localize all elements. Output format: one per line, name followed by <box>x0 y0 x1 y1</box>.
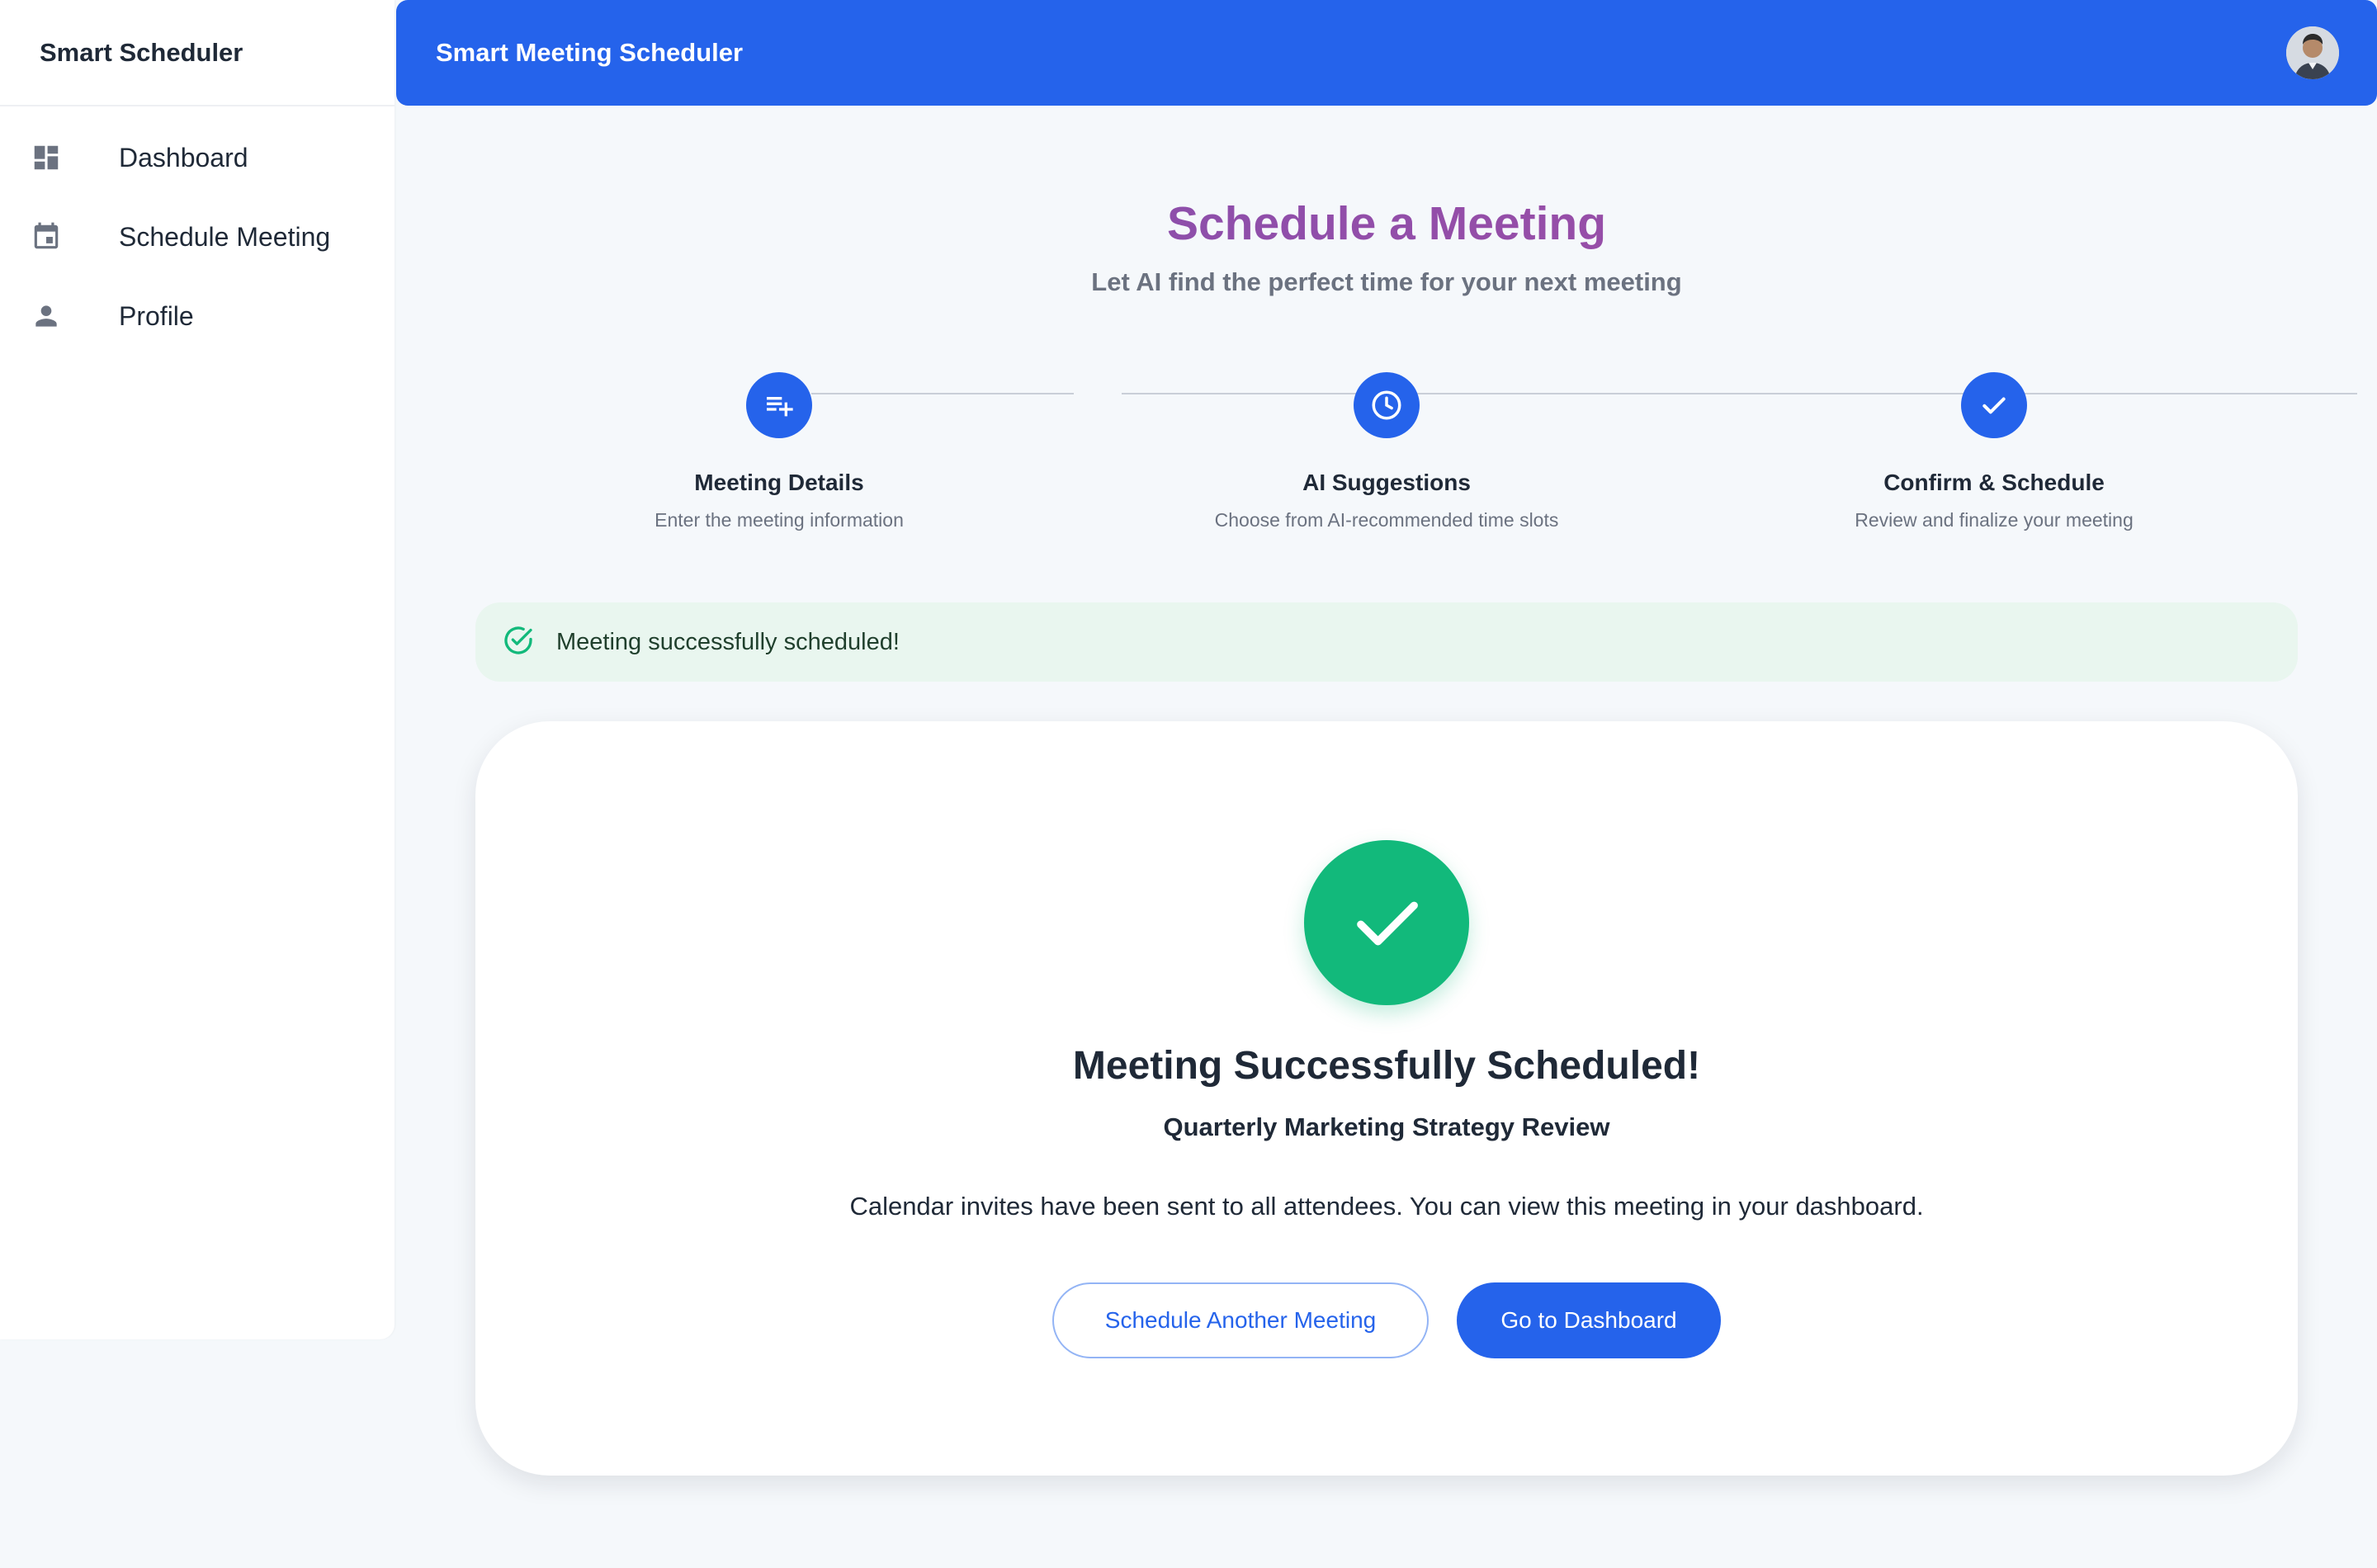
sidebar: Smart Scheduler Dashboard Schedule Meeti… <box>0 0 395 1339</box>
sidebar-item-label: Dashboard <box>119 142 248 172</box>
step-description: Enter the meeting information <box>655 509 904 531</box>
page-subtitle: Let AI find the perfect time for your ne… <box>1091 267 1682 296</box>
sidebar-item-profile[interactable]: Profile <box>0 276 395 356</box>
clock-icon <box>1354 372 1420 438</box>
main-content: Schedule a Meeting Let AI find the perfe… <box>396 106 2377 1568</box>
go-to-dashboard-button[interactable]: Go to Dashboard <box>1457 1282 1721 1358</box>
avatar[interactable] <box>2286 26 2339 79</box>
step-description: Review and finalize your meeting <box>1855 509 2134 531</box>
step-title: Confirm & Schedule <box>1883 470 2105 495</box>
schedule-another-meeting-button[interactable]: Schedule Another Meeting <box>1052 1282 1429 1358</box>
confirmation-card: Meeting Successfully Scheduled! Quarterl… <box>475 721 2298 1476</box>
sidebar-nav: Dashboard Schedule Meeting Profile <box>0 106 395 356</box>
alert-message: Meeting successfully scheduled! <box>556 628 900 655</box>
step-ai-suggestions[interactable]: AI Suggestions Choose from AI-recommende… <box>1172 372 1601 531</box>
step-confirm-schedule[interactable]: Confirm & Schedule Review and finalize y… <box>1779 372 2209 531</box>
page-title: Schedule a Meeting <box>396 196 2377 251</box>
app-header: Smart Meeting Scheduler <box>396 0 2377 106</box>
step-title: Meeting Details <box>694 470 864 495</box>
confirmation-title: Meeting Successfully Scheduled! <box>1072 1044 1701 1088</box>
check-circle-icon <box>502 624 535 661</box>
step-title: AI Suggestions <box>1302 470 1471 495</box>
check-icon <box>1961 372 2027 438</box>
step-meeting-details[interactable]: Meeting Details Enter the meeting inform… <box>565 372 994 531</box>
calendar-icon <box>30 220 63 253</box>
step-description: Choose from AI-recommended time slots <box>1214 509 1559 531</box>
action-buttons: Schedule Another Meeting Go to Dashboard <box>475 1282 2298 1358</box>
sidebar-item-label: Profile <box>119 300 194 331</box>
person-icon <box>30 300 63 333</box>
meeting-name: Quarterly Marketing Strategy Review <box>1163 1112 1610 1141</box>
sidebar-item-label: Schedule Meeting <box>119 221 331 252</box>
confirmation-message: Calendar invites have been sent to all a… <box>849 1192 1924 1221</box>
playlist-add-icon <box>746 372 812 438</box>
app-title: Smart Meeting Scheduler <box>436 38 744 67</box>
success-check-icon <box>1304 840 1469 1005</box>
dashboard-icon <box>30 141 63 174</box>
sidebar-item-dashboard[interactable]: Dashboard <box>0 118 395 197</box>
sidebar-brand: Smart Scheduler <box>0 0 395 106</box>
sidebar-item-schedule-meeting[interactable]: Schedule Meeting <box>0 197 395 276</box>
success-alert: Meeting successfully scheduled! <box>475 602 2298 682</box>
